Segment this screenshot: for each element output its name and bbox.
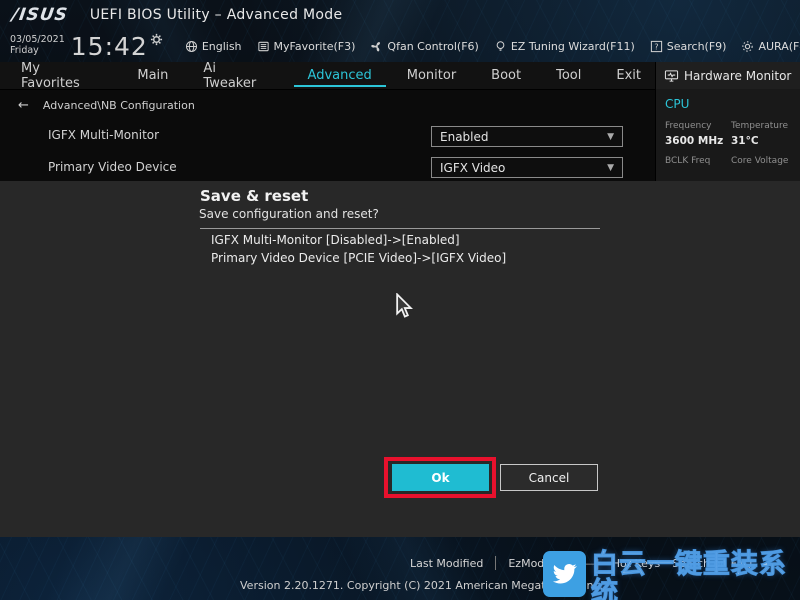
tab-tool[interactable]: Tool: [542, 64, 595, 87]
dialog-message: Save configuration and reset?: [199, 207, 379, 221]
change-entry: Primary Video Device [PCIE Video]->[IGFX…: [211, 251, 506, 265]
tab-my-favorites[interactable]: My Favorites: [7, 57, 116, 95]
twitter-bird-icon: [543, 551, 586, 597]
favorites-icon: [257, 40, 270, 53]
day-text: Friday: [10, 46, 65, 57]
gear-icon[interactable]: [150, 33, 163, 46]
toolbar-item-label: English: [202, 40, 242, 53]
page-title: UEFI BIOS Utility – Advanced Mode: [90, 7, 343, 23]
toolbar-item-aura[interactable]: AURA(F4): [741, 40, 800, 53]
toolbar-item-search[interactable]: ? Search(F9): [650, 40, 727, 53]
toolbar-item-ez-tuning[interactable]: EZ Tuning Wizard(F11): [494, 40, 635, 53]
toolbar-item-myfavorite[interactable]: MyFavorite(F3): [257, 40, 356, 53]
toolbar-item-label: AURA(F4): [758, 40, 800, 53]
footer-divider: [495, 556, 496, 570]
cancel-button[interactable]: Cancel: [500, 464, 598, 491]
globe-icon: [185, 40, 198, 53]
tab-exit[interactable]: Exit: [602, 64, 655, 87]
toolbar-item-label: Qfan Control(F6): [387, 40, 478, 53]
dialog-title: Save & reset: [200, 187, 308, 205]
svg-text:?: ?: [654, 42, 658, 51]
igfx-multi-monitor-select[interactable]: Enabled ▼: [431, 126, 623, 147]
fan-icon: [370, 40, 383, 53]
asus-logo: /ISUS: [11, 5, 70, 25]
frequency-label: Frequency: [665, 121, 731, 131]
tab-main[interactable]: Main: [123, 64, 182, 87]
igfx-multi-monitor-label: IGFX Multi-Monitor: [48, 128, 159, 142]
title-bar: /ISUS UEFI BIOS Utility – Advanced Mode: [0, 0, 800, 30]
bios-screen: /ISUS UEFI BIOS Utility – Advanced Mode …: [0, 0, 800, 600]
save-reset-dialog: Save & reset Save configuration and rese…: [0, 181, 800, 537]
toolbar-item-label: EZ Tuning Wizard(F11): [511, 40, 635, 53]
chevron-down-icon: ▼: [607, 132, 614, 142]
toolbar: 03/05/2021 Friday 15:42 English: [0, 30, 800, 62]
toolbar-item-qfan[interactable]: Qfan Control(F6): [370, 40, 478, 53]
monitor-icon: [664, 69, 679, 83]
cpu-section-label: CPU: [656, 89, 800, 111]
change-entry: IGFX Multi-Monitor [Disabled]->[Enabled]: [211, 233, 460, 247]
core-voltage-label: Core Voltage: [731, 156, 800, 166]
watermark-brand-text: 白云一键重装系统: [591, 551, 800, 600]
back-arrow-icon[interactable]: ←: [18, 98, 29, 113]
tab-monitor[interactable]: Monitor: [393, 64, 470, 87]
chevron-down-icon: ▼: [607, 163, 614, 173]
hardware-monitor-title: Hardware Monitor: [684, 69, 791, 83]
toolbar-item-language[interactable]: English: [185, 40, 242, 53]
temperature-label: Temperature: [731, 121, 800, 131]
mouse-cursor: [395, 293, 413, 323]
search-icon: ?: [650, 40, 663, 53]
wizard-bulb-icon: [494, 40, 507, 53]
frequency-value: 3600 MHz: [665, 133, 731, 147]
watermark: 白云一键重装系统 www.baiyunxitong.com: [543, 551, 800, 600]
dialog-divider: [200, 228, 600, 229]
primary-video-device-select[interactable]: IGFX Video ▼: [431, 157, 623, 178]
tab-ai-tweaker[interactable]: Ai Tweaker: [189, 57, 286, 95]
breadcrumb-text: Advanced\NB Configuration: [43, 99, 195, 112]
tab-advanced[interactable]: Advanced: [294, 64, 386, 87]
toolbar-item-label: Search(F9): [667, 40, 727, 53]
temperature-value: 31°C: [731, 133, 800, 147]
bclk-freq-label: BCLK Freq: [665, 156, 731, 166]
main-menu: My Favorites Main Ai Tweaker Advanced Mo…: [0, 62, 655, 90]
breadcrumb: ← Advanced\NB Configuration: [0, 90, 655, 113]
tab-boot[interactable]: Boot: [477, 64, 535, 87]
primary-video-device-value: IGFX Video: [440, 161, 505, 175]
hardware-monitor-panel: Hardware Monitor CPU Frequency Temperatu…: [655, 62, 800, 181]
datetime-block: 03/05/2021 Friday: [10, 35, 65, 57]
ok-button[interactable]: Ok: [392, 464, 489, 491]
settings-page: ← Advanced\NB Configuration IGFX Multi-M…: [0, 90, 655, 181]
igfx-multi-monitor-value: Enabled: [440, 130, 489, 144]
aura-icon: [741, 40, 754, 53]
primary-video-device-label: Primary Video Device: [48, 160, 177, 174]
last-modified-button[interactable]: Last Modified: [410, 557, 483, 570]
toolbar-item-label: MyFavorite(F3): [274, 40, 356, 53]
